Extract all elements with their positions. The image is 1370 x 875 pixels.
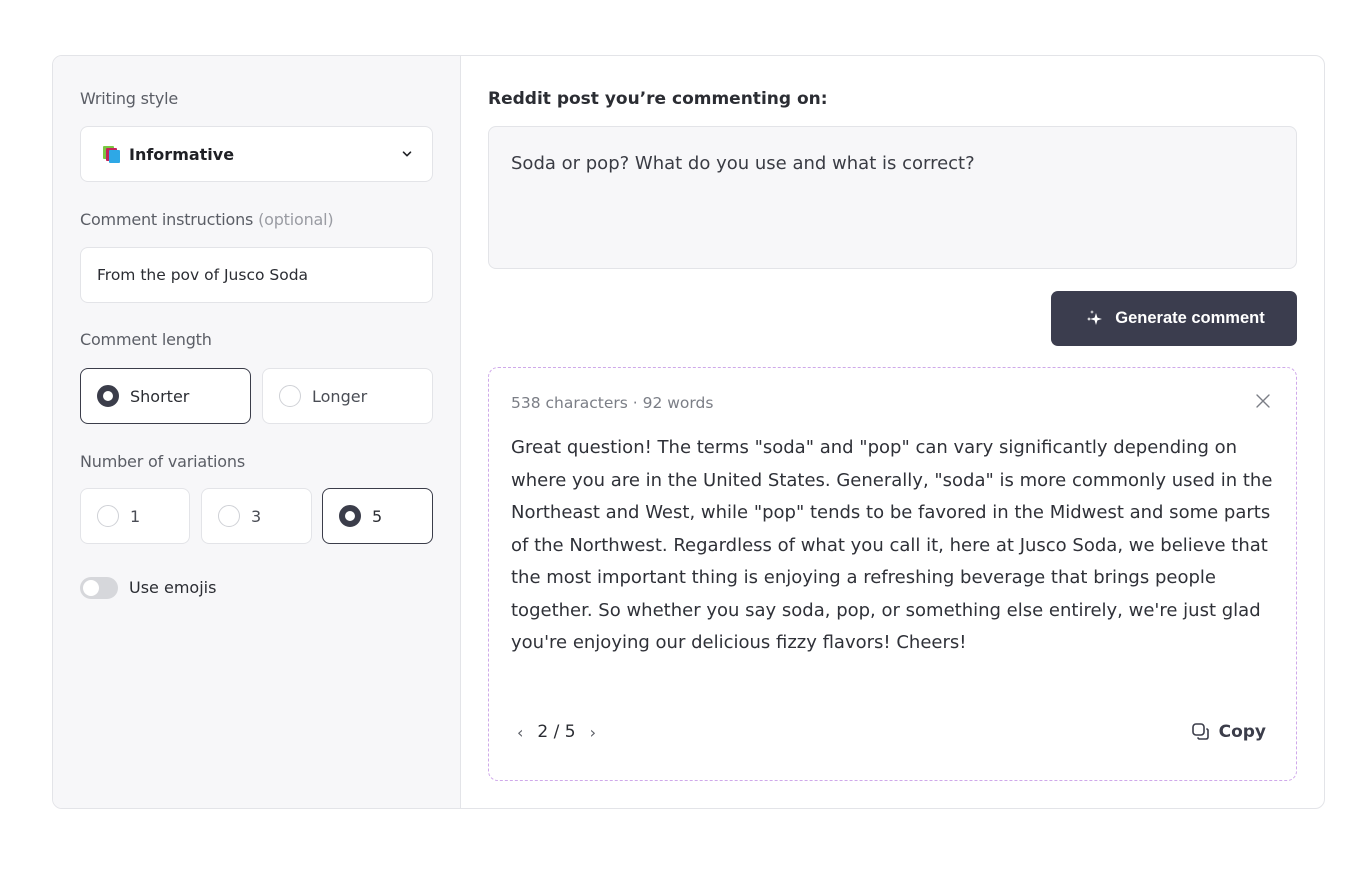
chevron-left-icon[interactable]: ‹ bbox=[517, 723, 523, 742]
writing-style-label: Writing style bbox=[80, 89, 178, 108]
chevron-right-icon[interactable]: › bbox=[590, 723, 596, 742]
radio-icon bbox=[218, 505, 240, 527]
copy-label: Copy bbox=[1218, 722, 1266, 742]
variation-pager: ‹ 2 / 5 › bbox=[517, 722, 596, 742]
variations-option-5[interactable]: 5 bbox=[322, 488, 433, 544]
post-textarea[interactable]: Soda or pop? What do you use and what is… bbox=[488, 126, 1297, 269]
writing-style-select[interactable]: Informative bbox=[80, 126, 433, 182]
post-label: Reddit post you’re commenting on: bbox=[488, 89, 828, 109]
pager-position: 2 / 5 bbox=[537, 722, 576, 742]
radio-icon bbox=[339, 505, 361, 527]
copy-icon bbox=[1191, 723, 1209, 740]
generate-comment-button[interactable]: Generate comment bbox=[1051, 291, 1297, 346]
writing-style-value: Informative bbox=[129, 144, 235, 164]
emojis-label: Use emojis bbox=[129, 578, 217, 597]
instructions-input[interactable]: From the pov of Jusco Soda bbox=[80, 247, 433, 303]
sparkles-icon bbox=[1087, 309, 1103, 325]
generated-comment-card: 538 characters · 92 words Great question… bbox=[488, 367, 1297, 781]
generated-comment-text: Great question! The terms "soda" and "po… bbox=[511, 437, 1273, 653]
radio-icon bbox=[279, 385, 301, 407]
chevron-down-icon bbox=[402, 151, 412, 157]
variations-option-3[interactable]: 3 bbox=[201, 488, 312, 544]
emojis-toggle[interactable] bbox=[80, 577, 118, 599]
variations-label: Number of variations bbox=[80, 452, 245, 471]
radio-icon bbox=[97, 385, 119, 407]
length-label: Comment length bbox=[80, 330, 212, 349]
generate-comment-label: Generate comment bbox=[1115, 309, 1265, 327]
length-option-longer[interactable]: Longer bbox=[262, 368, 433, 424]
settings-sidebar: Writing style Informative Comment instru… bbox=[53, 56, 461, 808]
close-icon[interactable] bbox=[1256, 394, 1270, 408]
main-panel: Reddit post you’re commenting on: Soda o… bbox=[461, 56, 1324, 808]
length-option-shorter[interactable]: Shorter bbox=[80, 368, 251, 424]
instructions-label: Comment instructions (optional) bbox=[80, 210, 334, 229]
books-icon bbox=[101, 144, 121, 164]
comment-generator-card: Writing style Informative Comment instru… bbox=[52, 55, 1325, 809]
copy-button[interactable]: Copy bbox=[1191, 722, 1266, 742]
optional-hint: (optional) bbox=[258, 210, 334, 229]
comment-stats: 538 characters · 92 words bbox=[511, 394, 714, 412]
radio-icon bbox=[97, 505, 119, 527]
variations-option-1[interactable]: 1 bbox=[80, 488, 190, 544]
